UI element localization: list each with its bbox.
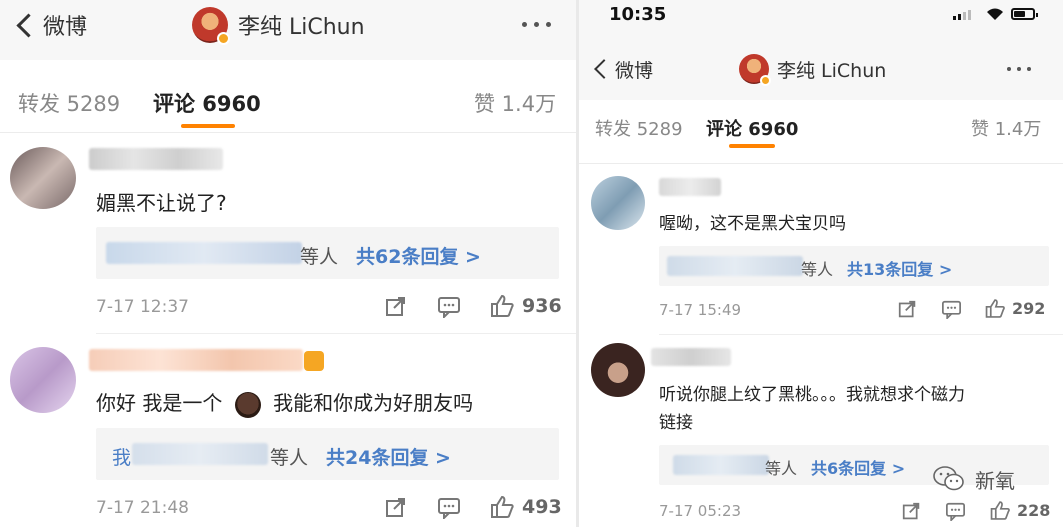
status-bar: 10:35 <box>579 0 1063 32</box>
share-icon[interactable] <box>898 300 917 319</box>
like-button[interactable]: 228 <box>989 500 1050 521</box>
verified-icon <box>760 75 771 86</box>
tab-comments[interactable]: 评论 6960 <box>706 115 798 141</box>
avatar <box>591 176 645 230</box>
back-label: 微博 <box>43 15 88 40</box>
tab-likes[interactable]: 赞 1.4万 <box>474 88 556 118</box>
comment-text-line2: 链接 <box>659 413 693 433</box>
like-count: 292 <box>1012 299 1046 318</box>
like-button[interactable]: 936 <box>489 294 562 318</box>
username-blurred <box>659 178 721 196</box>
avatar <box>192 7 230 45</box>
nav-bar: 10:35 微博 李纯 LiChun <box>579 0 1063 100</box>
tab-likes[interactable]: 赞 1.4万 <box>971 115 1041 141</box>
share-icon[interactable] <box>902 502 921 521</box>
reply-users-blurred <box>106 242 302 264</box>
watermark-text: 新氧 <box>975 468 1015 493</box>
username-blurred <box>89 148 223 170</box>
like-button[interactable]: 493 <box>489 495 562 519</box>
reply-users-blurred <box>673 455 769 475</box>
comment-icon[interactable] <box>941 300 962 319</box>
divider <box>659 334 1063 335</box>
like-count: 228 <box>1017 501 1051 520</box>
battery-icon <box>1011 8 1038 20</box>
like-icon <box>990 501 1010 520</box>
comment-text: 你好 我是一个 我能和你成为好朋友吗 <box>96 387 473 418</box>
like-icon <box>985 299 1005 318</box>
back-label: 微博 <box>615 59 654 82</box>
crown-icon <box>304 351 324 371</box>
back-button[interactable]: 微博 <box>14 10 87 40</box>
reply-count-link[interactable]: 共6条回复 > <box>811 455 905 479</box>
avatar <box>591 343 645 397</box>
comment-icon[interactable] <box>945 502 966 521</box>
back-button[interactable]: 微博 <box>591 54 653 84</box>
reply-count-link[interactable]: 共13条回复 > <box>847 256 952 280</box>
reply-users-blurred <box>667 256 803 276</box>
comment-text: 喔呦，这不是黑犬宝贝吗 <box>659 214 846 234</box>
comment-time: 7-17 05:23 <box>659 502 742 520</box>
more-icon[interactable] <box>1007 67 1031 71</box>
comment-text-before: 你好 我是一个 <box>96 391 223 415</box>
comment-icon[interactable] <box>437 296 461 318</box>
avatar <box>739 54 771 86</box>
comment-time: 7-17 15:49 <box>659 301 742 319</box>
tab-comments[interactable]: 评论 6960 <box>153 88 261 118</box>
tab-repost[interactable]: 转发 5289 <box>18 88 120 118</box>
comment-time: 7-17 21:48 <box>96 498 189 518</box>
page-title: 李纯 LiChun <box>192 6 365 45</box>
reply-users: 等人 <box>300 246 339 268</box>
comment-icon[interactable] <box>437 497 461 519</box>
verified-icon <box>217 32 230 45</box>
reply-users: 等人 <box>801 260 834 279</box>
share-icon[interactable] <box>385 497 407 519</box>
page-title: 李纯 LiChun <box>739 52 886 86</box>
reply-users-blurred <box>132 443 268 465</box>
divider <box>0 132 576 133</box>
tab-bar: 转发 5289 评论 6960 赞 1.4万 <box>579 100 1063 160</box>
avatar <box>10 347 76 413</box>
signal-icon <box>953 10 971 20</box>
username-blurred <box>89 349 303 371</box>
more-icon[interactable] <box>522 22 551 27</box>
reply-users: 等人 <box>270 447 309 469</box>
comment-text-line1: 听说你腿上纹了黑桃。。。我就想求个磁力 <box>659 385 965 405</box>
face-emoji-icon <box>234 391 261 418</box>
like-icon <box>491 495 514 518</box>
comment-text-after: 我能和你成为好朋友吗 <box>273 391 474 415</box>
like-icon <box>491 294 514 317</box>
like-button[interactable]: 292 <box>984 298 1045 319</box>
chevron-left-icon <box>594 59 614 79</box>
divider <box>579 163 1063 164</box>
chevron-left-icon <box>16 12 41 38</box>
status-time: 10:35 <box>609 4 667 25</box>
tab-underline <box>729 144 775 148</box>
reply-users-prefix: 我 <box>112 447 132 469</box>
wifi-icon <box>987 8 1003 20</box>
nav-bar: 微博 李纯 LiChun <box>0 0 576 60</box>
avatar <box>10 147 76 209</box>
left-screenshot: 微博 李纯 LiChun 转发 5289 评论 6960 赞 1.4万 媚黑不让… <box>0 0 576 527</box>
right-screenshot: 10:35 微博 李纯 LiChun 转发 5289 评论 6960 赞 1.4… <box>579 0 1063 527</box>
like-count: 936 <box>522 295 562 317</box>
title-text: 李纯 LiChun <box>777 59 887 82</box>
tab-repost[interactable]: 转发 5289 <box>595 115 683 141</box>
tab-underline <box>181 124 235 128</box>
divider <box>96 333 576 334</box>
watermark: 新氧 <box>931 464 1015 494</box>
reply-count-link[interactable]: 共62条回复 > <box>356 242 481 269</box>
reply-count-link[interactable]: 共24条回复 > <box>326 443 451 470</box>
reply-users: 等人 <box>765 459 798 478</box>
comment-text: 媚黑不让说了? <box>96 191 227 215</box>
share-icon[interactable] <box>385 296 407 318</box>
like-count: 493 <box>522 496 562 518</box>
tab-bar: 转发 5289 评论 6960 赞 1.4万 <box>0 66 576 132</box>
title-text: 李纯 LiChun <box>238 15 365 40</box>
wechat-icon <box>933 466 964 491</box>
username-blurred <box>651 348 731 366</box>
comment-time: 7-17 12:37 <box>96 297 189 317</box>
